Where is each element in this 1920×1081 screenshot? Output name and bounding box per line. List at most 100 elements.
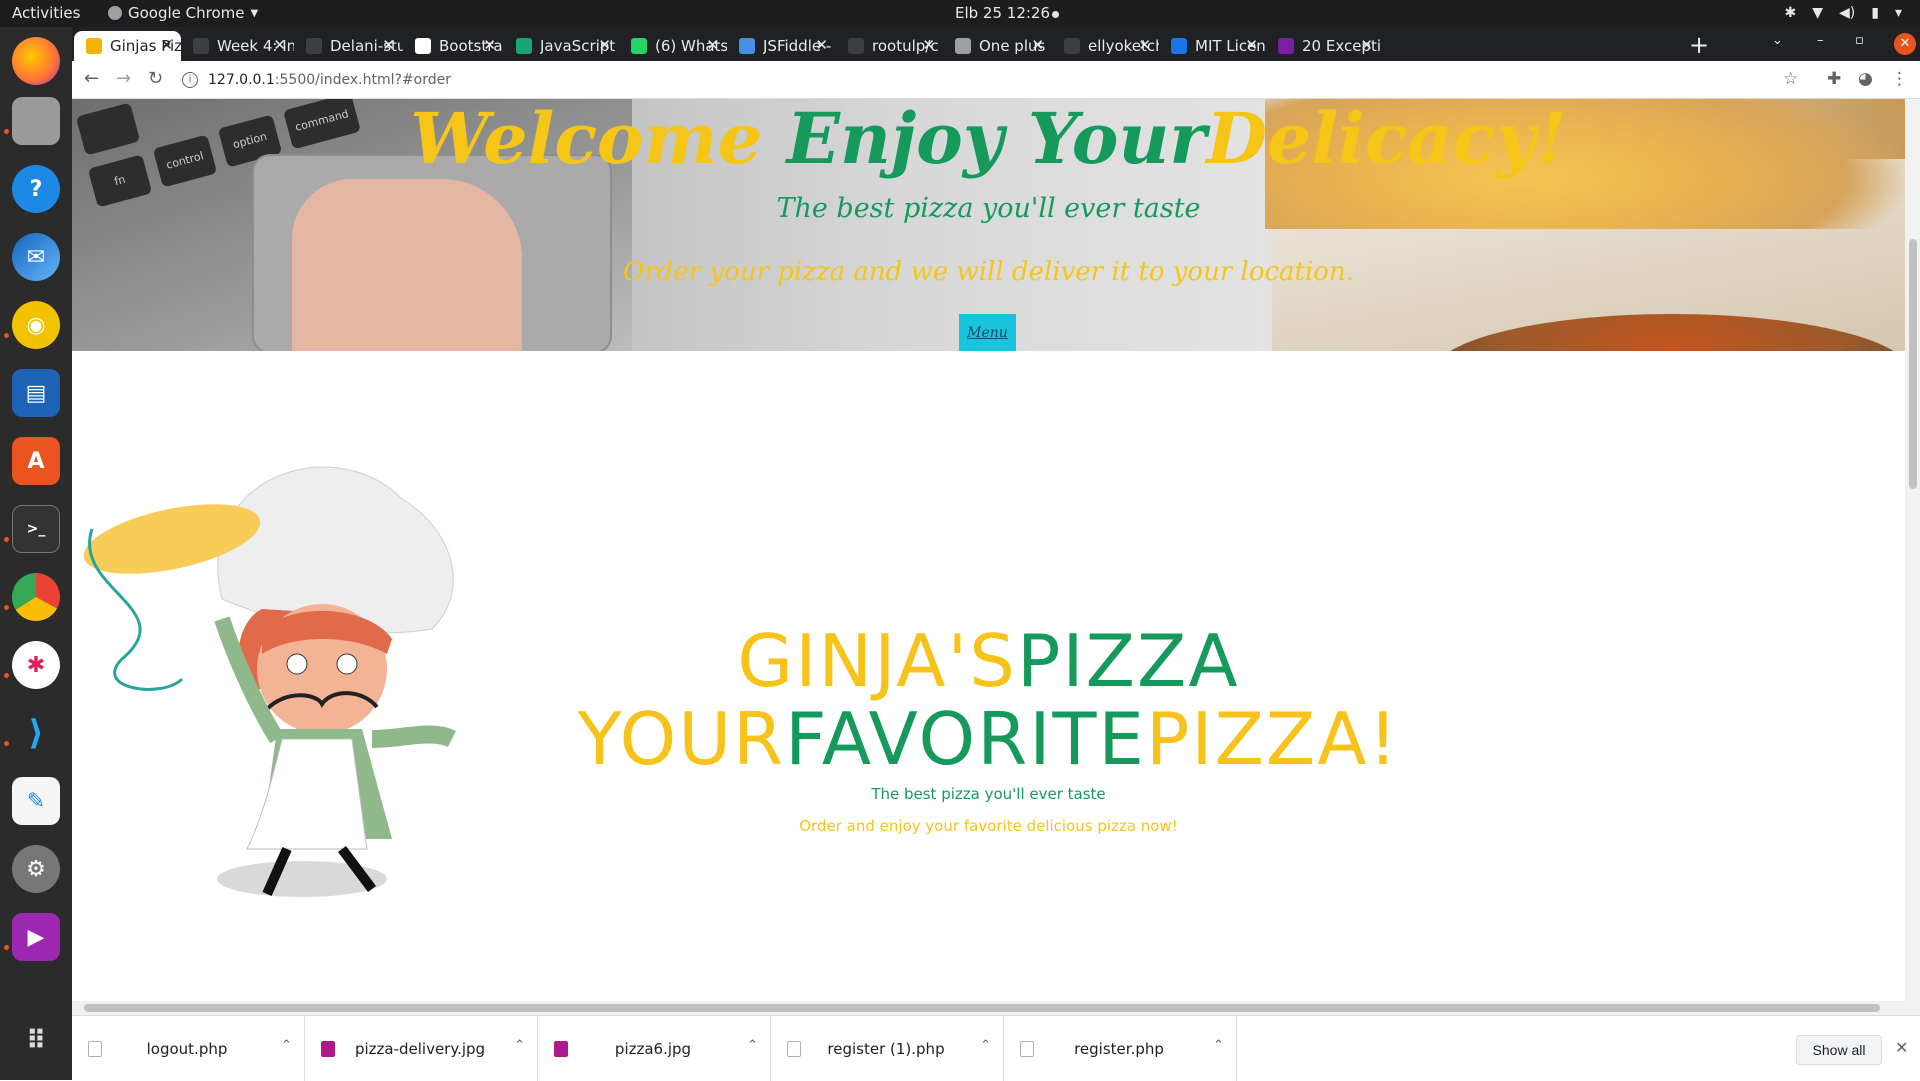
browser-tab[interactable]: JavaScript ✕ bbox=[504, 31, 619, 61]
reload-icon[interactable]: ↻ bbox=[148, 68, 163, 89]
close-downloads-icon[interactable]: ✕ bbox=[1895, 1038, 1908, 1057]
back-icon[interactable]: ← bbox=[84, 68, 99, 89]
volume-icon[interactable]: ◀) bbox=[1839, 5, 1855, 21]
extensions-icon[interactable]: ✚ bbox=[1827, 69, 1841, 89]
tab-close-icon[interactable]: ✕ bbox=[922, 36, 935, 54]
vertical-scroll-thumb[interactable] bbox=[1909, 239, 1917, 489]
window-close-icon[interactable]: ✕ bbox=[1894, 33, 1916, 55]
activities-button[interactable]: Activities bbox=[12, 4, 80, 22]
chrome-menu-icon[interactable]: ⋮ bbox=[1891, 69, 1908, 89]
vertical-scrollbar[interactable] bbox=[1905, 99, 1920, 1001]
download-options-icon[interactable]: ⌃ bbox=[980, 1038, 991, 1053]
running-indicator bbox=[4, 333, 9, 338]
writer-icon[interactable]: ▤ bbox=[12, 369, 60, 417]
browser-tab[interactable]: ellyoketch ✕ bbox=[1052, 31, 1159, 61]
download-options-icon[interactable]: ⌃ bbox=[281, 1038, 292, 1053]
running-indicator bbox=[4, 537, 9, 542]
battery-icon[interactable]: ▮ bbox=[1871, 5, 1879, 21]
hero-subtitle: The best pizza you'll ever taste bbox=[776, 193, 1201, 224]
tab-close-icon[interactable]: ✕ bbox=[706, 36, 719, 54]
tab-favicon-icon bbox=[955, 38, 971, 54]
rhythmbox-icon[interactable]: ◉ bbox=[12, 301, 60, 349]
settings-icon[interactable]: ⚙ bbox=[12, 845, 60, 893]
browser-tab[interactable]: One plus ✕ bbox=[943, 31, 1052, 61]
files-icon[interactable] bbox=[12, 97, 60, 145]
tab-close-icon[interactable]: ✕ bbox=[598, 36, 611, 54]
site-info-icon[interactable]: i bbox=[182, 72, 198, 88]
download-item[interactable]: pizza-delivery.jpg ⌃ bbox=[305, 1016, 538, 1081]
chrome-icon[interactable] bbox=[12, 573, 60, 621]
download-options-icon[interactable]: ⌃ bbox=[514, 1038, 525, 1053]
new-tab-icon[interactable]: + bbox=[1689, 31, 1709, 59]
browser-tab[interactable]: Week 4: In ✕ bbox=[181, 31, 294, 61]
browser-tab[interactable]: Delani-stu ✕ bbox=[294, 31, 403, 61]
tab-close-icon[interactable]: ✕ bbox=[273, 36, 286, 54]
download-options-icon[interactable]: ⌃ bbox=[1213, 1038, 1224, 1053]
tab-close-icon[interactable]: ✕ bbox=[1138, 36, 1151, 54]
brand-ginjas: GINJA'S bbox=[737, 619, 1018, 703]
download-filename: logout.php bbox=[146, 1040, 228, 1058]
browser-tab[interactable]: rootulp/c ✕ bbox=[836, 31, 943, 61]
brand-subtitle: The best pizza you'll ever taste bbox=[871, 785, 1106, 803]
browser-tab[interactable]: MIT License✕ bbox=[1159, 31, 1266, 61]
brand-your: YOUR bbox=[577, 697, 786, 781]
vscode-icon[interactable]: ⟩ bbox=[12, 709, 60, 757]
thunderbird-icon[interactable]: ✉ bbox=[12, 233, 60, 281]
tab-close-icon[interactable]: ✕ bbox=[815, 36, 828, 54]
app-grid-icon[interactable]: ⠿ bbox=[12, 1017, 60, 1065]
wifi-icon[interactable]: ▼ bbox=[1812, 5, 1823, 21]
tab-favicon-icon bbox=[631, 38, 647, 54]
horizontal-scrollbar[interactable] bbox=[72, 1001, 1920, 1015]
terminal-icon[interactable]: >_ bbox=[12, 505, 60, 553]
download-options-icon[interactable]: ⌃ bbox=[747, 1038, 758, 1053]
profile-avatar-icon[interactable]: ◕ bbox=[1858, 69, 1873, 89]
browser-tab[interactable]: Bootstrap✕ bbox=[403, 31, 504, 61]
firefox-icon[interactable] bbox=[12, 37, 60, 85]
show-all-button[interactable]: Show all bbox=[1796, 1035, 1882, 1065]
browser-tab[interactable]: Ginjas Pizza✕ bbox=[74, 31, 181, 61]
page-viewport[interactable]: fn control option command Welcome Enjoy … bbox=[72, 99, 1905, 1001]
forward-icon[interactable]: → bbox=[116, 68, 131, 89]
tab-search-icon[interactable]: ⌄ bbox=[1772, 33, 1783, 48]
software-icon[interactable]: A bbox=[12, 437, 60, 485]
download-shelf: Show all ✕ logout.php ⌃ pizza-delivery.jpg… bbox=[72, 1015, 1920, 1081]
download-item[interactable]: pizza6.jpg ⌃ bbox=[538, 1016, 771, 1081]
url-path: :5500/index.html?#order bbox=[274, 72, 451, 88]
power-menu-icon[interactable]: ▾ bbox=[1895, 5, 1902, 21]
tab-close-icon[interactable]: ✕ bbox=[483, 36, 496, 54]
app-menu[interactable]: Google Chrome ▼ bbox=[108, 4, 258, 22]
text-editor-icon[interactable]: ✎ bbox=[12, 777, 60, 825]
download-item[interactable]: register (1).php ⌃ bbox=[771, 1016, 1004, 1081]
running-indicator bbox=[4, 945, 9, 950]
tab-favicon-icon bbox=[306, 38, 322, 54]
bookmark-star-icon[interactable]: ☆ bbox=[1783, 69, 1798, 89]
help-icon[interactable]: ? bbox=[12, 165, 60, 213]
minimize-icon[interactable]: – bbox=[1817, 33, 1824, 48]
browser-tab[interactable]: 20 Exceptional✕ bbox=[1266, 31, 1381, 61]
tab-favicon-icon bbox=[516, 38, 532, 54]
download-item[interactable]: logout.php ⌃ bbox=[72, 1016, 305, 1081]
browser-tab[interactable]: JSFiddle - ✕ bbox=[727, 31, 836, 61]
address-bar[interactable]: i 127.0.0.1:5500/index.html?#order bbox=[182, 65, 1882, 95]
tab-close-icon[interactable]: ✕ bbox=[160, 36, 173, 54]
slack-icon[interactable]: ✱ bbox=[12, 641, 60, 689]
tab-favicon-icon bbox=[415, 38, 431, 54]
tab-close-icon[interactable]: ✕ bbox=[1031, 36, 1044, 54]
maximize-icon[interactable]: ▫ bbox=[1855, 33, 1864, 48]
brand-pizza: PIZZA bbox=[1017, 619, 1240, 703]
tab-favicon-icon bbox=[739, 38, 755, 54]
tab-close-icon[interactable]: ✕ bbox=[382, 36, 395, 54]
browser-window: Ginjas Pizza✕Week 4: In✕Delani-stu✕Boots… bbox=[72, 27, 1920, 99]
clock[interactable]: Elb 25 12:26 bbox=[955, 4, 1050, 22]
hero-title-enjoy: Enjoy Your bbox=[786, 99, 1207, 180]
tab-close-icon[interactable]: ✕ bbox=[1245, 36, 1258, 54]
running-indicator bbox=[4, 129, 9, 134]
video-player-icon[interactable]: ▶ bbox=[12, 913, 60, 961]
browser-tab[interactable]: (6) WhatsApp✕ bbox=[619, 31, 727, 61]
tab-close-icon[interactable]: ✕ bbox=[1360, 36, 1373, 54]
menu-button[interactable]: Menu bbox=[959, 314, 1016, 351]
system-tray[interactable]: ✱ ▼ ◀) ▮ ▾ bbox=[1785, 5, 1903, 21]
horizontal-scroll-thumb[interactable] bbox=[84, 1004, 1880, 1012]
slack-tray-icon[interactable]: ✱ bbox=[1785, 5, 1797, 21]
download-item[interactable]: register.php ⌃ bbox=[1004, 1016, 1237, 1081]
